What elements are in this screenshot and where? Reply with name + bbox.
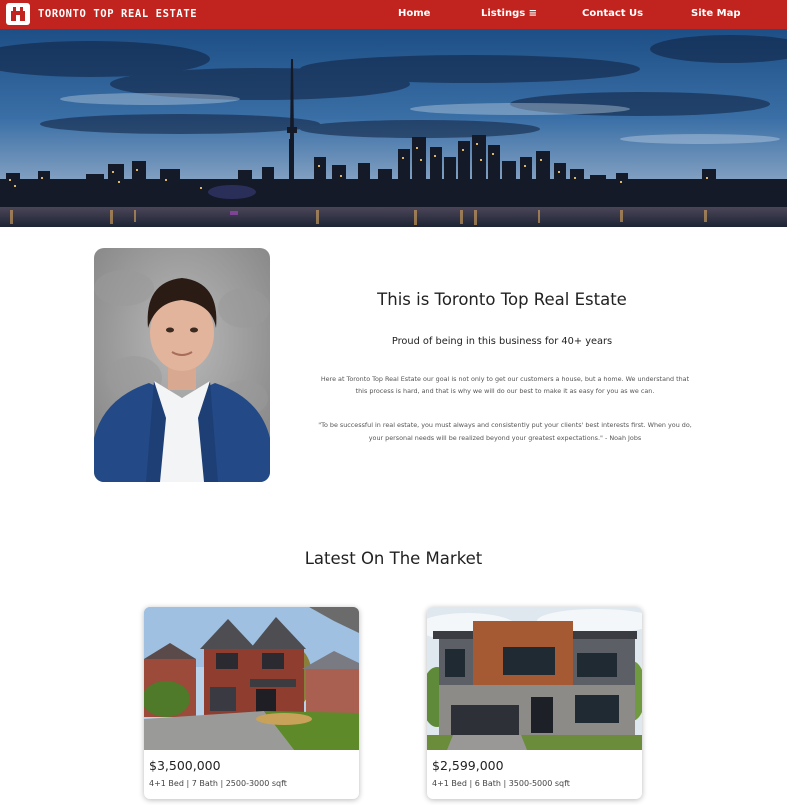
nav-listings[interactable]: Listings ≡ (481, 8, 537, 19)
brand-logo[interactable]: TORONTO TOP REAL ESTATE (6, 3, 197, 25)
listing-details: 4+1 Bed | 7 Bath | 2500-3000 sqft (149, 779, 287, 788)
nav-contact[interactable]: Contact Us (582, 8, 643, 19)
about-subtitle: Proud of being in this business for 40+ … (391, 336, 613, 347)
listing-card[interactable]: $2,599,000 4+1 Bed | 6 Bath | 3500-5000 … (427, 607, 642, 799)
listing-details: 4+1 Bed | 6 Bath | 3500-5000 sqft (432, 779, 570, 788)
about-title: This is Toronto Top Real Estate (377, 290, 627, 309)
about-body-text: Here at Toronto Top Real Estate our goal… (320, 375, 690, 395)
nav-home[interactable]: Home (398, 8, 430, 19)
modern-house-photo (427, 607, 642, 750)
hero-skyline-image (0, 29, 787, 227)
top-nav: TORONTO TOP REAL ESTATE Home Listings ≡ … (0, 0, 787, 29)
listing-price: $3,500,000 (149, 758, 221, 773)
house-logo-icon (6, 3, 30, 25)
listing-card[interactable]: $3,500,000 4+1 Bed | 7 Bath | 2500-3000 … (144, 607, 359, 799)
listing-price: $2,599,000 (432, 758, 504, 773)
nav-site-map[interactable]: Site Map (691, 8, 741, 19)
agent-portrait-photo (94, 248, 270, 482)
brand-name: TORONTO TOP REAL ESTATE (38, 8, 198, 20)
brick-house-photo (144, 607, 359, 750)
market-section-title: Latest On The Market (304, 549, 483, 568)
about-quote: "To be successful in real estate, you mu… (318, 421, 692, 442)
